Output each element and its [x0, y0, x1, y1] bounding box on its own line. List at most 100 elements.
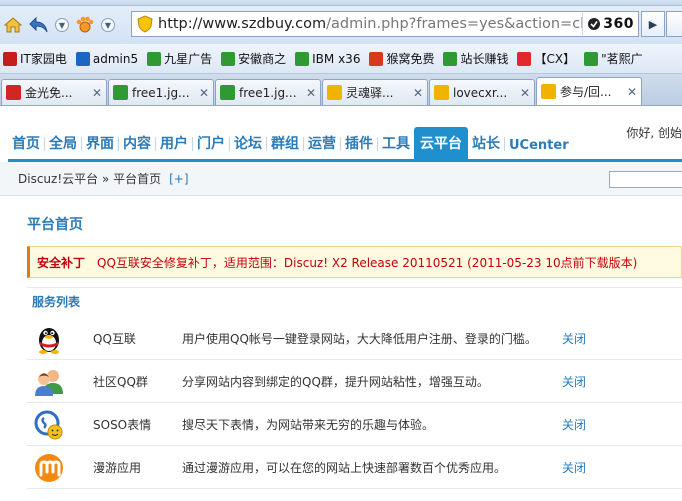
home-icon [3, 17, 23, 33]
nav-tab-12[interactable]: 站长 [468, 133, 504, 159]
play-icon: ▶ [648, 17, 658, 31]
bookmark-favicon-icon [221, 51, 236, 66]
nav-tab-11[interactable]: 云平台 [414, 127, 468, 159]
nav-tab-10[interactable]: 工具 [378, 133, 414, 159]
nav-tab-13[interactable]: UCenter [505, 138, 573, 159]
tab-favicon-icon [541, 84, 556, 99]
back-arrow-icon [29, 16, 48, 33]
nav-tab-8[interactable]: 运营 [304, 133, 340, 159]
bookmark-label: admin5 [92, 51, 139, 66]
search-engine-badge[interactable]: 360 [582, 13, 638, 35]
browser-tab[interactable]: lovecxr... ✕ [429, 79, 535, 105]
browser-tab[interactable]: free1.jg... ✕ [108, 79, 214, 105]
browser-tab[interactable]: 灵魂驿... ✕ [322, 79, 428, 105]
list-item: 社区QQ群 分享网站内容到绑定的QQ群，提升网站粘性，增强互动。 关闭 [27, 360, 682, 403]
bookmark-favicon-icon [75, 51, 90, 66]
bookmark-label: 安徽商之 [238, 52, 287, 66]
browser-tab[interactable]: 金光免... ✕ [1, 79, 107, 105]
close-icon[interactable]: ✕ [306, 86, 316, 100]
tab-favicon-icon [327, 85, 342, 100]
close-icon[interactable]: ✕ [92, 86, 102, 100]
bookmark-item[interactable]: 【CX】 [517, 50, 575, 67]
list-item: SOSO表情 搜尽天下表情，为网站带来无穷的乐趣与体验。 关闭 [27, 403, 682, 446]
section-title: 服务列表 [27, 287, 682, 315]
back-history-dropdown[interactable]: ▼ [55, 18, 69, 32]
bookmark-label: 【CX】 [534, 52, 576, 66]
bookmark-favicon-icon [369, 51, 384, 66]
bookmark-favicon-icon [147, 51, 162, 66]
notice-label: 安全补丁 [37, 255, 86, 270]
bookmark-item[interactable]: 站长赚钱 [443, 50, 508, 67]
browser-toolbar: ▼ ▼ http://www.szdbuy.com/admin.php?fram… [0, 6, 682, 44]
security-notice: 安全补丁 QQ互联安全修复补丁，适用范围：Discuz! X2 Release … [27, 246, 682, 278]
service-name: SOSO表情 [93, 417, 152, 432]
shield-icon [137, 15, 153, 33]
url-path: /admin.php?frames=yes&action=cloud& [326, 16, 583, 32]
notice-link[interactable]: QQ互联安全修复补丁，适用范围：Discuz! X2 Release 20110… [97, 254, 637, 271]
nav-tab-9[interactable]: 插件 [341, 133, 377, 159]
paw-icon [76, 16, 94, 33]
bookmark-item[interactable]: 猴窝免费 [369, 50, 434, 67]
chevron-down-icon: ▼ [58, 20, 66, 30]
bookmark-item[interactable]: "茗熙广 [584, 50, 643, 67]
toolbar-overflow[interactable] [666, 11, 682, 37]
nav-tab-6[interactable]: 论坛 [230, 133, 266, 159]
close-icon[interactable]: ✕ [199, 86, 209, 100]
tab-label: 灵魂驿... [346, 86, 394, 100]
bookmark-label: 站长赚钱 [460, 52, 509, 66]
paw-dropdown[interactable]: ▼ [101, 18, 115, 32]
bookmark-favicon-icon [3, 51, 17, 66]
browser-tab-strip: 金光免... ✕ free1.jg... ✕ free1.jg... ✕ 灵魂驿... ✕ lo… [0, 74, 682, 106]
nav-tab-5[interactable]: 门户 [193, 133, 229, 159]
nav-tab-1[interactable]: 全局 [45, 133, 81, 159]
service-desc: 用户使用QQ帐号一键登录网站，大大降低用户注册、登录的门槛。 [182, 331, 537, 346]
address-bar[interactable]: http://www.szdbuy.com/admin.php?frames=y… [131, 11, 639, 37]
close-icon[interactable]: ✕ [413, 86, 423, 100]
service-name: 社区QQ群 [93, 374, 148, 389]
close-icon[interactable]: ✕ [627, 85, 637, 99]
bookmark-item[interactable]: 安徽商之 [221, 50, 286, 67]
main-content: 平台首页 安全补丁 QQ互联安全修复补丁，适用范围：Discuz! X2 Rel… [0, 197, 682, 501]
service-name: 漫游应用 [93, 460, 142, 475]
manyou-icon [35, 454, 63, 482]
main-nav: 首页 全局 界面 内容 用户 门户 论坛 群组 运营 插件 工具 云平台 站长 UCenter [8, 127, 682, 162]
qq-group-icon [35, 370, 63, 396]
engine-label: 360 [603, 16, 634, 32]
tab-label: lovecxr... [453, 85, 508, 100]
nav-tab-7[interactable]: 群组 [267, 133, 303, 159]
close-icon[interactable]: ✕ [520, 86, 530, 100]
bookmark-label: IBM x36 [312, 51, 361, 66]
tab-favicon-icon [220, 85, 235, 100]
bookmark-label: IT家园电 [20, 52, 67, 66]
service-desc: 搜尽天下表情，为网站带来无穷的乐趣与体验。 [182, 417, 435, 432]
bookmark-item[interactable]: IBM x36 [295, 51, 361, 66]
close-service-link[interactable]: 关闭 [562, 373, 586, 390]
go-button[interactable]: ▶ [641, 11, 665, 37]
tab-label: free1.jg... [132, 85, 190, 100]
breadcrumb-expand-link[interactable]: [+] [169, 172, 188, 186]
list-item: QQ互联 用户使用QQ帐号一键登录网站，大大降低用户注册、登录的门槛。 关闭 [27, 317, 682, 360]
home-button[interactable] [0, 12, 26, 38]
browser-tab[interactable]: free1.jg... ✕ [215, 79, 321, 105]
nav-tab-0[interactable]: 首页 [8, 133, 44, 159]
service-name: QQ互联 [93, 331, 136, 346]
close-service-link[interactable]: 关闭 [562, 330, 586, 347]
menu-search-input[interactable] [609, 171, 682, 188]
url-host: http://www.szdbuy.com [158, 16, 327, 32]
bookmark-item[interactable]: IT家园电 [3, 50, 67, 67]
tab-favicon-icon [6, 85, 21, 100]
nav-tab-2[interactable]: 界面 [82, 133, 118, 159]
back-button[interactable] [26, 12, 52, 38]
nav-tab-3[interactable]: 内容 [119, 133, 155, 159]
nav-tab-4[interactable]: 用户 [156, 133, 192, 159]
tab-label: free1.jg... [239, 85, 297, 100]
bookmark-item[interactable]: 九星广告 [147, 50, 212, 67]
bookmark-favicon-icon [517, 51, 532, 66]
close-service-link[interactable]: 关闭 [562, 416, 586, 433]
paw-button[interactable] [72, 12, 98, 38]
bookmarks-bar: IT家园电 admin5 九星广告 安徽商之 IBM x36 猴窝免费 站长赚钱 【CX】 "茗… [0, 44, 682, 74]
browser-tab[interactable]: 参与/回... ✕ [536, 77, 642, 105]
bookmark-item[interactable]: admin5 [75, 51, 139, 66]
bookmark-favicon-icon [443, 51, 458, 66]
close-service-link[interactable]: 关闭 [562, 459, 586, 476]
